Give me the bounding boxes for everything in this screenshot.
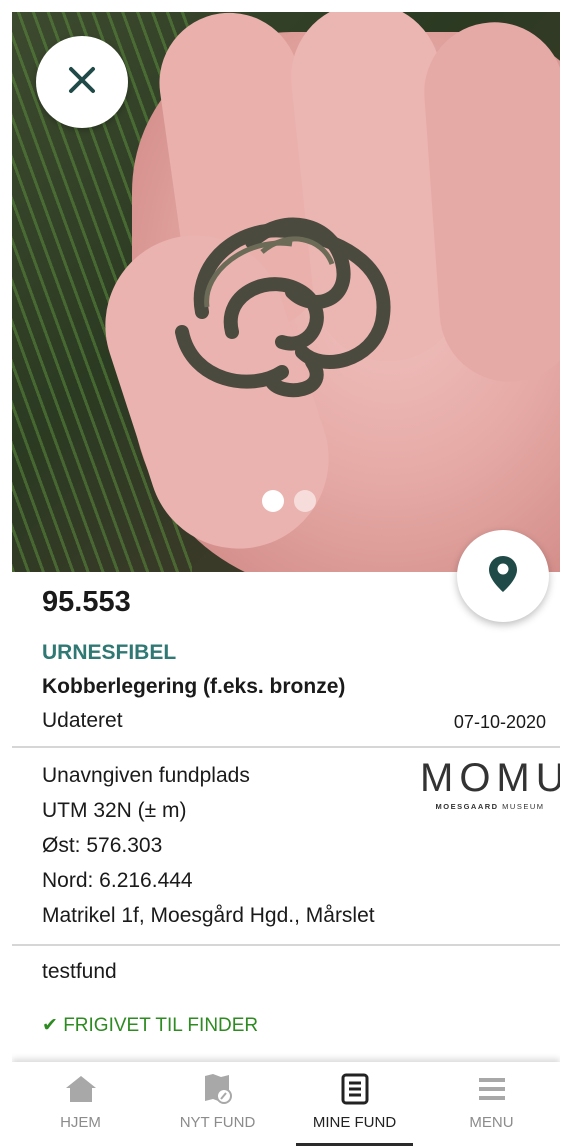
museum-logo-subtitle: MOESGAARD MUSEUM bbox=[420, 802, 560, 811]
brooch-artifact bbox=[175, 217, 391, 398]
my-finds-icon bbox=[338, 1072, 372, 1106]
museum-logo-text: MOMU bbox=[420, 756, 560, 800]
find-material: Kobberlegering (f.eks. bronze) bbox=[42, 675, 346, 698]
divider bbox=[12, 944, 560, 946]
nav-label: MENU bbox=[469, 1114, 514, 1131]
nav-item-nyt-fund[interactable]: NYT FUND bbox=[149, 1062, 286, 1146]
museum-subtitle-bold: MOESGAARD bbox=[435, 802, 499, 811]
pagination-dot-active[interactable] bbox=[262, 490, 284, 512]
divider bbox=[12, 746, 560, 748]
find-type: URNESFIBEL bbox=[42, 641, 177, 664]
nav-item-mine-fund[interactable]: MINE FUND bbox=[286, 1062, 423, 1146]
nav-label: MINE FUND bbox=[312, 1114, 397, 1131]
location-site: Unavngiven fundplads bbox=[42, 764, 250, 787]
nav-item-hjem[interactable]: HJEM bbox=[12, 1062, 149, 1146]
menu-icon bbox=[475, 1072, 509, 1106]
status-badge: ✔ FRIGIVET TIL FINDER bbox=[42, 1014, 258, 1037]
show-on-map-button[interactable] bbox=[457, 530, 549, 622]
gallery-pagination bbox=[262, 490, 316, 512]
museum-subtitle-rest: MUSEUM bbox=[502, 802, 545, 811]
new-find-icon bbox=[201, 1072, 235, 1106]
nav-label: NYT FUND bbox=[179, 1114, 256, 1131]
close-icon bbox=[67, 65, 97, 100]
find-note: testfund bbox=[42, 960, 117, 983]
find-photo-gallery[interactable] bbox=[12, 12, 560, 572]
close-button[interactable] bbox=[36, 36, 128, 128]
home-icon bbox=[64, 1072, 98, 1106]
nav-label: HJEM bbox=[60, 1114, 101, 1131]
find-detail-screen: 95.553 URNESFIBEL Kobberlegering (f.eks.… bbox=[12, 12, 560, 1146]
location-north: Nord: 6.216.444 bbox=[42, 869, 193, 892]
location-cadastre: Matrikel 1f, Moesgård Hgd., Mårslet bbox=[42, 904, 375, 927]
location-east: Øst: 576.303 bbox=[42, 834, 163, 857]
checkmark-icon: ✔ bbox=[42, 1015, 58, 1036]
location-utm: UTM 32N (± m) bbox=[42, 799, 187, 822]
location-pin-icon bbox=[487, 554, 519, 599]
status-text: FRIGIVET TIL FINDER bbox=[63, 1015, 259, 1036]
find-dating: Udateret bbox=[42, 709, 123, 732]
bottom-navigation: HJEM NYT FUND MINE FUND MENU bbox=[12, 1062, 560, 1146]
pagination-dot[interactable] bbox=[294, 490, 316, 512]
find-number: 95.553 bbox=[42, 586, 131, 618]
find-date: 07-10-2020 bbox=[453, 712, 546, 732]
museum-logo: MOMU MOESGAARD MUSEUM bbox=[420, 758, 560, 811]
nav-item-menu[interactable]: MENU bbox=[423, 1062, 560, 1146]
